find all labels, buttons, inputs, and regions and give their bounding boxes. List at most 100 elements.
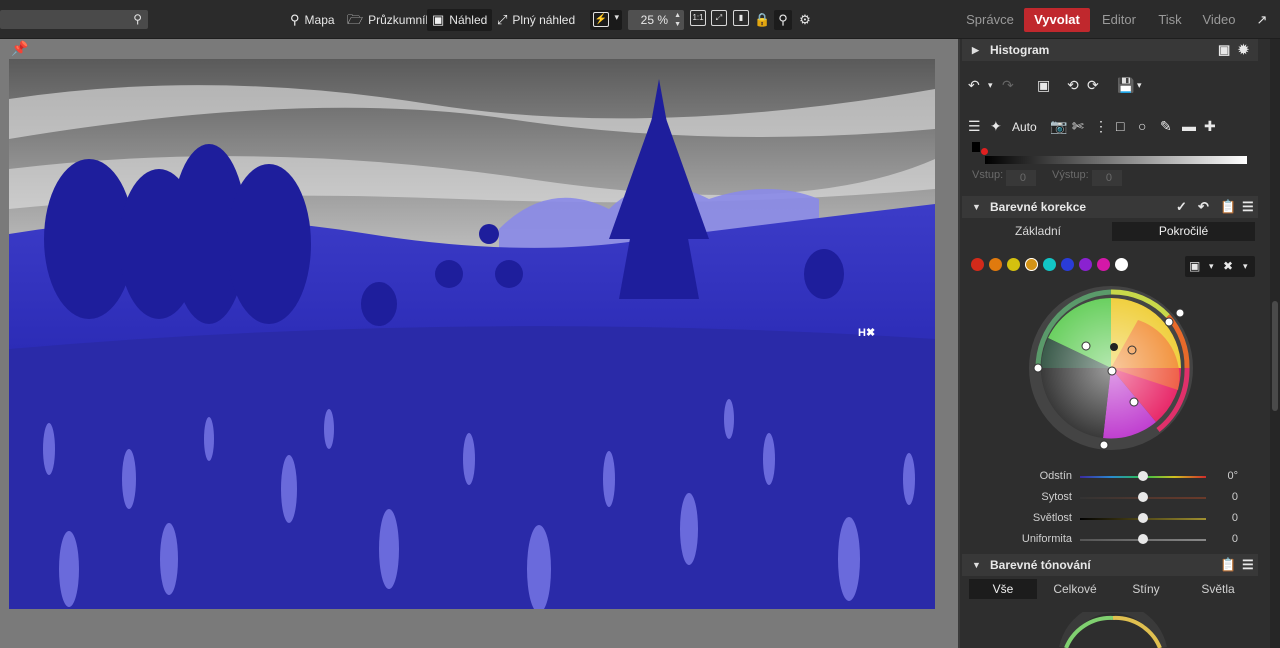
crop-icon[interactable]: ✄ [1072, 118, 1084, 135]
auto-button[interactable]: Auto [1012, 120, 1037, 134]
module-tab-manager[interactable]: Správce [960, 8, 1020, 32]
module-tab-editor[interactable]: Editor [1094, 8, 1144, 32]
camera-icon[interactable]: ▣ [1218, 39, 1230, 61]
eraser-icon[interactable]: ✚ [1204, 118, 1216, 135]
rotate-right-icon[interactable]: ⟳ [1087, 77, 1099, 94]
swatch-white[interactable] [1115, 258, 1128, 271]
levels-input-field[interactable]: 0 [1006, 170, 1036, 186]
eyedropper-icon[interactable]: ✖ [1223, 256, 1233, 277]
map-pin-icon: ⚲ [290, 12, 300, 27]
swatch-purple[interactable] [1079, 258, 1092, 271]
levels-gradient-bar[interactable] [985, 156, 1247, 164]
lightness-slider-row[interactable]: Světlost 0 [962, 509, 1258, 529]
levels-output-field[interactable]: 0 [1092, 170, 1122, 186]
toning-tab-shadows[interactable]: Stíny [1112, 579, 1180, 599]
save-icon[interactable]: 💾 [1117, 77, 1134, 94]
pin-icon[interactable]: 📌 [11, 40, 28, 57]
module-tab-develop[interactable]: Vyvolat [1024, 8, 1090, 32]
sun-icon[interactable]: ✹ [1238, 39, 1249, 61]
hue-slider-row[interactable]: Odstín 0° [962, 467, 1258, 487]
nav-explorer-label: Průzkumník [368, 13, 432, 27]
uniformity-label: Uniformita [1021, 533, 1072, 545]
uniformity-value[interactable]: 0 [1232, 533, 1238, 545]
black-point-marker[interactable] [972, 142, 980, 152]
swatch-magenta[interactable] [1097, 258, 1110, 271]
saturation-knob[interactable] [1138, 492, 1148, 502]
brush-icon[interactable]: ✎ [1160, 118, 1172, 135]
camera-icon[interactable]: 📷 [1050, 118, 1067, 135]
saturation-value[interactable]: 0 [1232, 491, 1238, 503]
chevron-down-icon[interactable]: ▾ [988, 80, 993, 91]
uniformity-knob[interactable] [1138, 534, 1148, 544]
color-correction-title: Barevné korekce [990, 200, 1087, 214]
swatch-yellow[interactable] [1007, 258, 1020, 271]
image-compare-icon[interactable]: ▣ [1037, 77, 1050, 94]
color-toning-section-header[interactable]: ▼ Barevné tónování 📋 ☰ [962, 554, 1258, 576]
toning-tab-highlights[interactable]: Světla [1184, 579, 1252, 599]
text-icon[interactable]: □ [1116, 118, 1124, 134]
lightness-value[interactable]: 0 [1232, 512, 1238, 524]
circle-icon[interactable]: ○ [1138, 118, 1146, 134]
panel-scrollbar[interactable] [1270, 39, 1280, 648]
menu-icon[interactable]: ☰ [1242, 554, 1254, 576]
color-wheel[interactable] [1018, 280, 1204, 450]
swatch-orange[interactable] [989, 258, 1002, 271]
module-tab-video[interactable]: Video [1196, 8, 1242, 32]
gradient-icon[interactable]: ▬ [1182, 118, 1196, 134]
swatch-cyan[interactable] [1043, 258, 1056, 271]
checkmark-icon[interactable]: ✓ [1176, 196, 1187, 218]
color-correction-section-header[interactable]: ▼ Barevné korekce ✓ ↶ 📋 ☰ [962, 196, 1258, 218]
fit-width-icon[interactable]: ▮ [733, 10, 749, 26]
rotate-left-icon[interactable]: ⟲ [1067, 77, 1079, 94]
histogram-section-header[interactable]: ▶ Histogram ▣ ✹ [962, 39, 1258, 61]
swatch-gold[interactable] [1025, 258, 1038, 271]
swatch-red[interactable] [971, 258, 984, 271]
chevron-down-icon[interactable]: ▾ [1137, 80, 1142, 91]
fullscreen-icon: ⤢ [497, 12, 508, 27]
saturation-slider-row[interactable]: Sytost 0 [962, 488, 1258, 508]
lightning-icon: ⚡ [593, 12, 609, 27]
lightness-knob[interactable] [1138, 513, 1148, 523]
hue-knob[interactable] [1138, 471, 1148, 481]
external-window-icon[interactable]: ↗ [1252, 10, 1272, 30]
module-tab-print[interactable]: Tisk [1150, 8, 1190, 32]
perspective-icon[interactable]: ⋮ [1094, 118, 1108, 135]
nav-explorer-button[interactable]: 🗁 Průzkumník [342, 9, 436, 31]
menu-icon[interactable]: ☰ [1242, 196, 1254, 218]
search-input[interactable]: ⚲ [0, 10, 148, 29]
hue-value[interactable]: 0° [1227, 470, 1238, 482]
toning-tab-overall[interactable]: Celkové [1041, 579, 1109, 599]
magic-wand-icon[interactable]: ✦ [990, 118, 1002, 135]
clipboard-icon[interactable]: 📋 [1220, 554, 1236, 576]
photo-preview[interactable] [9, 59, 935, 609]
auto-enhance-dropdown[interactable]: ⚡ ▾ [590, 10, 622, 30]
zoom-input[interactable]: 25 % ▲ ▼ [628, 10, 684, 30]
uniformity-slider-row[interactable]: Uniformita 0 [962, 530, 1258, 550]
redo-icon[interactable]: ↷ [1002, 77, 1014, 94]
toning-tab-all[interactable]: Vše [969, 579, 1037, 599]
search-icon[interactable]: ⚲ [133, 12, 142, 26]
tab-advanced[interactable]: Pokročilé [1112, 222, 1255, 241]
sliders-icon[interactable]: ☰ [968, 118, 981, 135]
settings-icon[interactable]: ⚙ [797, 10, 813, 30]
mask-mode-dropdown[interactable]: ▣ ▾ ✖ ▾ [1185, 256, 1255, 277]
fit-screen-icon[interactable]: ⤢ [711, 10, 727, 26]
undo-icon[interactable]: ↶ [968, 77, 980, 94]
reset-icon[interactable]: ↶ [1198, 196, 1209, 218]
nav-fullpreview-button[interactable]: ⤢ Plný náhled [492, 9, 580, 31]
photo-image [9, 59, 935, 609]
zoom-spinner-icon[interactable]: ▲ ▼ [674, 11, 681, 29]
swatch-blue[interactable] [1061, 258, 1074, 271]
compare-icon[interactable]: ⚲ [774, 10, 792, 30]
scrollbar-thumb[interactable] [1272, 301, 1278, 411]
toning-color-wheel[interactable] [1058, 612, 1168, 648]
tab-basic[interactable]: Základní [966, 222, 1110, 241]
nav-fullpreview-label: Plný náhled [512, 13, 576, 27]
zoom-1to1-label: 1:1 [692, 13, 704, 22]
nav-preview-button[interactable]: ▣ Náhled [427, 9, 493, 31]
curve-point-red[interactable] [981, 148, 988, 155]
lock-icon[interactable]: 🔒 [754, 10, 770, 30]
nav-map-button[interactable]: ⚲ Mapa [285, 9, 340, 31]
zoom-1to1-button[interactable]: 1:1 [690, 10, 706, 26]
clipboard-icon[interactable]: 📋 [1220, 196, 1236, 218]
